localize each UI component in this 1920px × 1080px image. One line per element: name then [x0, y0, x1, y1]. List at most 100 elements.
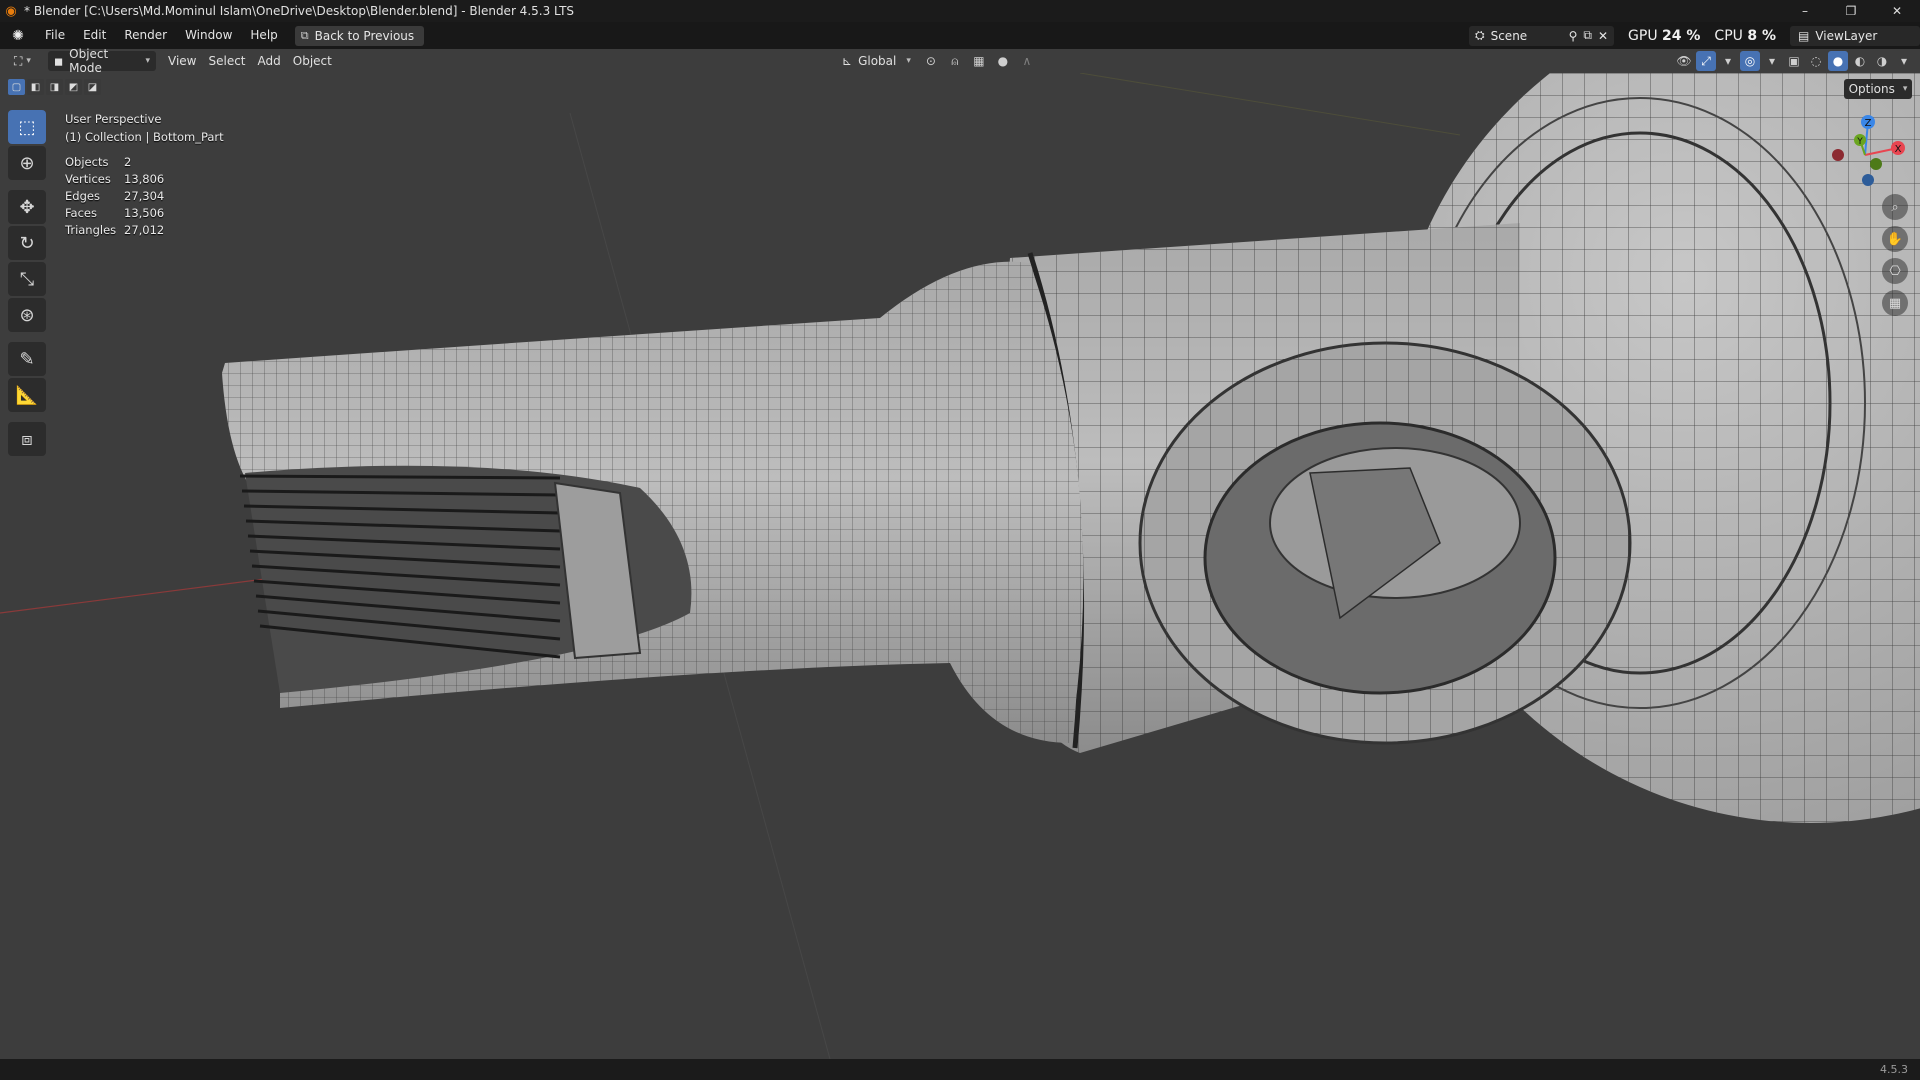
select-subtract-icon[interactable]: ◨ — [46, 79, 63, 95]
view-layer-name: ViewLayer — [1815, 28, 1878, 43]
editor-type-button[interactable]: ⛶ ▾ — [8, 51, 48, 71]
gizmo-x-label: X — [1895, 144, 1902, 155]
minimize-button[interactable]: – — [1782, 0, 1828, 22]
select-invert-icon[interactable]: ◩ — [65, 79, 82, 95]
falloff-icon[interactable]: ∧ — [1017, 51, 1037, 71]
wireframe-shading-icon[interactable]: ◌ — [1806, 51, 1826, 71]
stat-row: Edges 27,304 — [65, 189, 165, 203]
options-button[interactable]: Options ▾ — [1844, 79, 1912, 99]
version-label: 4.5.3 — [1880, 1063, 1908, 1076]
zoom-icon[interactable]: ⌕ — [1882, 194, 1908, 220]
chevron-down-icon[interactable]: ▾ — [1718, 51, 1738, 71]
top-bar: ✺ File Edit Render Window Help ⧉ Back to… — [0, 22, 1920, 49]
pin-icon[interactable]: ⚲ — [1569, 29, 1578, 43]
ortho-grid-icon[interactable]: ▦ — [1882, 290, 1908, 316]
back-to-previous-button[interactable]: ⧉ Back to Previous — [294, 25, 425, 46]
new-scene-icon[interactable]: ⧉ — [1583, 28, 1592, 43]
scene-name: Scene — [1490, 28, 1528, 43]
mode-label: Object Mode — [69, 47, 109, 75]
menu-edit[interactable]: Edit — [74, 22, 115, 49]
gizmo-toggle-icon[interactable]: ⤢ — [1696, 51, 1716, 71]
scene-selector[interactable]: ⛭ Scene ⚲ ⧉ ✕ — [1468, 25, 1615, 46]
scene-statistics: Objects 2 Vertices 13,806 Edges 27,304 Face… — [65, 154, 164, 239]
blender-logo-icon: ◉ — [5, 3, 17, 19]
transform-tools: ⊾ Global ▾ ⊙ ⍝ ▦ ● ∧ — [836, 51, 1037, 71]
solid-shading-icon[interactable]: ● — [1828, 51, 1848, 71]
back-icon: ⧉ — [300, 28, 309, 42]
rotate-icon[interactable]: ↻ — [8, 226, 46, 260]
cpu-usage: CPU 8 % — [1714, 27, 1776, 44]
back-to-previous-label: Back to Previous — [314, 28, 415, 43]
orientation-icon: ⊾ — [842, 54, 853, 68]
viewport-header: ⛶ ▾ ◼ Object Mode ▾ View Select Add Objec… — [0, 47, 1920, 75]
menu-file[interactable]: File — [36, 22, 74, 49]
menu-render[interactable]: Render — [115, 22, 176, 49]
add-cube-icon[interactable]: ⧈ — [8, 422, 46, 456]
blender-window: ◉ * Blender [C:\Users\Md.Mominul Islam\O… — [0, 0, 1920, 1080]
menu-add[interactable]: Add — [252, 51, 287, 71]
move-icon[interactable]: ✥ — [8, 190, 46, 224]
close-button[interactable]: ✕ — [1874, 0, 1920, 22]
pan-hand-icon[interactable]: ✋ — [1882, 226, 1908, 252]
orientation-selector[interactable]: ⊾ Global ▾ — [836, 51, 917, 71]
window-controls: – ❐ ✕ — [1782, 0, 1920, 22]
loop-ring — [1138, 341, 1632, 745]
menu-help[interactable]: Help — [241, 22, 286, 49]
stat-row: Faces 13,506 — [65, 206, 165, 220]
chevron-down-icon[interactable]: ▾ — [1894, 51, 1914, 71]
chevron-down-icon[interactable]: ▾ — [1762, 51, 1782, 71]
select-new-icon[interactable]: ▢ — [8, 79, 25, 95]
select-intersect-icon[interactable]: ◪ — [84, 79, 101, 95]
orientation-label: Global — [858, 54, 897, 68]
annotate-icon[interactable]: ✎ — [8, 342, 46, 376]
chevron-down-icon: ▾ — [145, 56, 150, 66]
view-layer-icon: ▤ — [1798, 28, 1810, 43]
camera-view-icon[interactable]: ⎔ — [1882, 258, 1908, 284]
status-bar: 4.5.3 — [0, 1059, 1920, 1080]
chevron-down-icon: ▾ — [1902, 84, 1908, 94]
pivot-icon[interactable]: ⊙ — [921, 51, 941, 71]
resource-monitor: GPU 24 % CPU 8 % — [1620, 28, 1784, 44]
visibility-icon[interactable]: 👁 — [1674, 51, 1694, 71]
perspective-label: User Perspective — [65, 112, 162, 126]
material-shading-icon[interactable]: ◐ — [1850, 51, 1870, 71]
stat-row: Triangles 27,012 — [65, 223, 165, 237]
menu-select[interactable]: Select — [202, 51, 251, 71]
select-box-icon[interactable]: ⬚ — [8, 110, 46, 144]
restore-button[interactable]: ❐ — [1828, 0, 1874, 22]
chevron-down-icon: ▾ — [906, 56, 911, 66]
menu-window[interactable]: Window — [176, 22, 241, 49]
window-title: * Blender [C:\Users\Md.Mominul Islam\One… — [24, 4, 575, 18]
gpu-usage: GPU 24 % — [1628, 27, 1701, 44]
overlay-toggle-icon[interactable]: ◎ — [1740, 51, 1760, 71]
snap-grid-icon[interactable]: ▦ — [969, 51, 989, 71]
blender-menu-icon[interactable]: ✺ — [0, 22, 36, 49]
scene-icon: ⛭ — [1474, 28, 1485, 42]
menu-view[interactable]: View — [162, 51, 202, 71]
stat-row: Objects 2 — [65, 155, 132, 169]
delete-scene-icon[interactable]: ✕ — [1598, 29, 1608, 43]
viewport-info: User Perspective (1) Collection | Bottom… — [65, 110, 224, 146]
select-extend-icon[interactable]: ◧ — [27, 79, 44, 95]
stat-row: Vertices 13,806 — [65, 172, 165, 186]
navigation-gizmo[interactable]: Z X Y — [1820, 110, 1910, 200]
transform-icon[interactable]: ⊛ — [8, 298, 46, 332]
proportional-edit-icon[interactable]: ● — [993, 51, 1013, 71]
measure-icon[interactable]: 📐 — [8, 378, 46, 412]
tool-shelf: ⬚ ⊕ ✥ ↻ ⤡ ⊛ ✎ 📐 ⧈ — [8, 110, 48, 456]
xray-toggle-icon[interactable]: ▣ — [1784, 51, 1804, 71]
menu-object[interactable]: Object — [287, 51, 338, 71]
mode-selector[interactable]: ◼ Object Mode ▾ — [48, 47, 156, 75]
viewport-3d[interactable] — [0, 73, 1920, 1059]
cursor-icon[interactable]: ⊕ — [8, 146, 46, 180]
scale-icon[interactable]: ⤡ — [8, 262, 46, 296]
gizmo-y-label: Y — [1856, 137, 1863, 147]
rendered-shading-icon[interactable]: ◑ — [1872, 51, 1892, 71]
navigation-buttons: ⌕ ✋ ⎔ ▦ — [1882, 194, 1908, 316]
top-right-area: ⛭ Scene ⚲ ⧉ ✕ GPU 24 % CPU 8 % ▤ ViewLay… — [1468, 22, 1920, 49]
viewport-display-tools: 👁 ⤢ ▾ ◎ ▾ ▣ ◌ ● ◐ ◑ ▾ — [1674, 51, 1914, 71]
grid-line — [1079, 73, 1461, 136]
collection-label: (1) Collection | Bottom_Part — [65, 130, 224, 144]
snap-toggle-icon[interactable]: ⍝ — [945, 51, 965, 71]
view-layer-selector[interactable]: ▤ ViewLayer — [1790, 25, 1920, 46]
